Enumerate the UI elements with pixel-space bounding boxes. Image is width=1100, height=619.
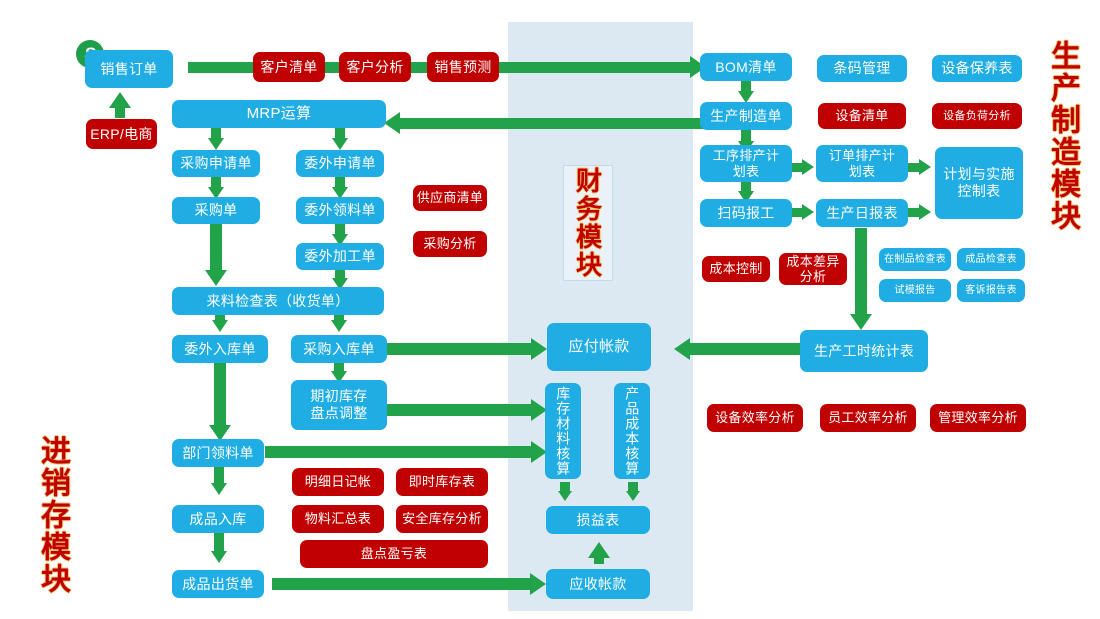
node-plan-execution-control[interactable]: 计划与实施 控制表 [935, 147, 1023, 219]
node-process-schedule[interactable]: 工序排产计 划表 [700, 145, 792, 182]
module-title-production: 生产制造模块 [1046, 40, 1079, 232]
connector-fgreceipt-to-fgshipment [214, 533, 224, 552]
connector-productionhours-to-ap [690, 343, 800, 355]
node-purchase-order[interactable]: 采购单 [172, 197, 260, 224]
node-scan-report[interactable]: 扫码报工 [700, 199, 792, 227]
node-realtime-stock[interactable]: 即时库存表 [396, 468, 488, 496]
connector-forecast-to-bom [496, 62, 692, 73]
node-dept-picking[interactable]: 部门领料单 [172, 439, 264, 467]
module-title-inventory: 进销存模块 [36, 435, 69, 595]
arrowhead-ar-to-income [588, 542, 610, 558]
node-accounts-receivable[interactable]: 应收帐款 [546, 569, 650, 599]
node-sales-order[interactable]: 销售订单 [85, 50, 173, 88]
connector-purchasereceipt-to-ap [385, 343, 533, 355]
arrowhead-inspection-to-outsourcereceipt [212, 320, 228, 332]
node-barcode-management[interactable]: 条码管理 [817, 55, 907, 82]
connector-sales-to-customerlist [188, 62, 254, 73]
arrowhead-productionhours-to-ap [674, 338, 690, 360]
arrowhead-purchaseorder-to-inspection [205, 270, 227, 286]
node-purchase-analysis[interactable]: 采购分析 [413, 231, 487, 257]
node-outsource-processing[interactable]: 委外加工单 [296, 243, 384, 270]
node-material-summary[interactable]: 物料汇总表 [292, 505, 384, 533]
arrowhead-mrp-to-outsourcerequest [332, 138, 348, 150]
connector-deptpicking-to-invmat [265, 446, 533, 458]
node-production-hours-stat[interactable]: 生产工时统计表 [800, 330, 928, 372]
node-production-order[interactable]: 生产制造单 [700, 102, 792, 130]
node-incoming-inspection[interactable]: 来料检查表（收货单） [172, 287, 384, 315]
node-safety-stock-analysis[interactable]: 安全库存分析 [396, 505, 488, 533]
node-cost-variance-analysis[interactable]: 成本差异 分析 [779, 253, 847, 285]
node-purchase-receipt[interactable]: 采购入库单 [291, 335, 387, 363]
arrowhead-inspection-to-purchasereceipt [331, 320, 347, 332]
node-customer-analysis[interactable]: 客户分析 [339, 52, 411, 82]
arrowhead-mrp-to-purchaserequest [208, 138, 224, 150]
connector-dailyreport-to-productionhours [855, 228, 867, 316]
node-order-schedule[interactable]: 订单排产计 划表 [816, 145, 908, 182]
arrowhead-production-to-mrp [384, 112, 400, 134]
connector-analysis-to-forecast [408, 62, 428, 73]
node-bom-list[interactable]: BOM清单 [700, 53, 792, 81]
node-stocktake-pl[interactable]: 盘点盈亏表 [300, 540, 488, 568]
node-wip-inspection[interactable]: 在制品检查表 [879, 248, 951, 271]
connector-outsourcereceipt-to-deptpicking [214, 362, 226, 427]
node-fg-receipt[interactable]: 成品入库 [172, 505, 264, 533]
arrowhead-fgreceipt-to-fgshipment [211, 551, 227, 563]
node-erp-ecommerce[interactable]: ERP/电商 [86, 119, 157, 149]
connector-production-to-mrp [400, 118, 728, 129]
node-purchase-request[interactable]: 采购申请单 [172, 150, 260, 177]
node-product-cost-accounting[interactable]: 产品成本核算 [614, 383, 650, 479]
node-outsource-request[interactable]: 委外申请单 [296, 150, 384, 177]
arrowhead-orderschedule-to-plancontrol [919, 159, 931, 175]
arrowhead-erp-to-salesorder [109, 92, 131, 108]
node-production-daily-report[interactable]: 生产日报表 [816, 199, 908, 227]
arrowhead-purchasereceipt-to-ap [531, 338, 547, 360]
node-staff-efficiency[interactable]: 员工效率分析 [820, 404, 916, 432]
node-inventory-material-accounting[interactable]: 库存材料核算 [545, 383, 581, 479]
node-process-schedule-label: 工序排产计 划表 [712, 148, 780, 179]
connector-deptpicking-to-fgreceipt [214, 466, 224, 484]
node-equipment-load-analysis[interactable]: 设备负荷分析 [932, 103, 1022, 129]
finance-module-label-box: 财务模块 [563, 165, 613, 281]
node-equipment-list[interactable]: 设备清单 [818, 103, 906, 129]
connector-purchaseorder-to-inspection [210, 224, 222, 272]
arrowhead-prodcost-to-income [626, 491, 640, 501]
node-cost-control[interactable]: 成本控制 [702, 256, 770, 282]
node-detail-journal[interactable]: 明细日记帐 [292, 468, 384, 496]
arrowhead-scanreport-to-dailyreport [802, 204, 814, 220]
node-accounts-payable[interactable]: 应付帐款 [547, 323, 651, 371]
node-customer-list[interactable]: 客户清单 [253, 52, 325, 82]
node-supplier-list[interactable]: 供应商清单 [413, 185, 487, 211]
erp-flowchart-diagram: 进销存模块 生产制造模块 财务模块 销售订单 ERP/电商 客户清单 客户分析 … [0, 0, 1100, 619]
node-income-statement[interactable]: 损益表 [546, 506, 650, 534]
node-complaint-report[interactable]: 客诉报告表 [957, 279, 1025, 302]
arrowhead-processschedule-to-orderschedule [802, 159, 814, 175]
node-fg-shipment[interactable]: 成品出货单 [172, 570, 264, 598]
node-mrp[interactable]: MRP运算 [172, 100, 386, 128]
node-fg-inspection[interactable]: 成品检查表 [957, 248, 1025, 271]
module-title-finance: 财务模块 [572, 167, 603, 279]
connector-openingstock-to-invmat [385, 404, 533, 416]
arrowhead-invmat-to-income [558, 491, 572, 501]
node-opening-stock-adjust-label: 期初库存 盘点调整 [310, 388, 368, 421]
node-equipment-efficiency[interactable]: 设备效率分析 [707, 404, 803, 432]
node-sales-forecast[interactable]: 销售预测 [427, 52, 499, 82]
node-cost-variance-analysis-label: 成本差异 分析 [786, 253, 840, 284]
connector-fgshipment-to-ar [272, 578, 532, 590]
node-outsource-receipt[interactable]: 委外入库单 [172, 335, 268, 363]
node-management-efficiency[interactable]: 管理效率分析 [930, 404, 1026, 432]
arrowhead-deptpicking-to-fgreceipt [211, 483, 227, 495]
node-plan-execution-control-label: 计划与实施 控制表 [943, 166, 1015, 199]
node-outsource-picking[interactable]: 委外领料单 [296, 197, 384, 224]
arrowhead-dailyreport-to-plancontrol [919, 204, 931, 220]
node-trial-mold-report[interactable]: 试模报告 [879, 279, 951, 302]
arrowhead-fgshipment-to-ar [530, 573, 546, 595]
node-order-schedule-label: 订单排产计 划表 [828, 148, 896, 179]
node-opening-stock-adjust[interactable]: 期初库存 盘点调整 [291, 380, 387, 430]
node-equipment-maintenance[interactable]: 设备保养表 [932, 55, 1022, 82]
arrowhead-dailyreport-to-productionhours [850, 314, 872, 330]
